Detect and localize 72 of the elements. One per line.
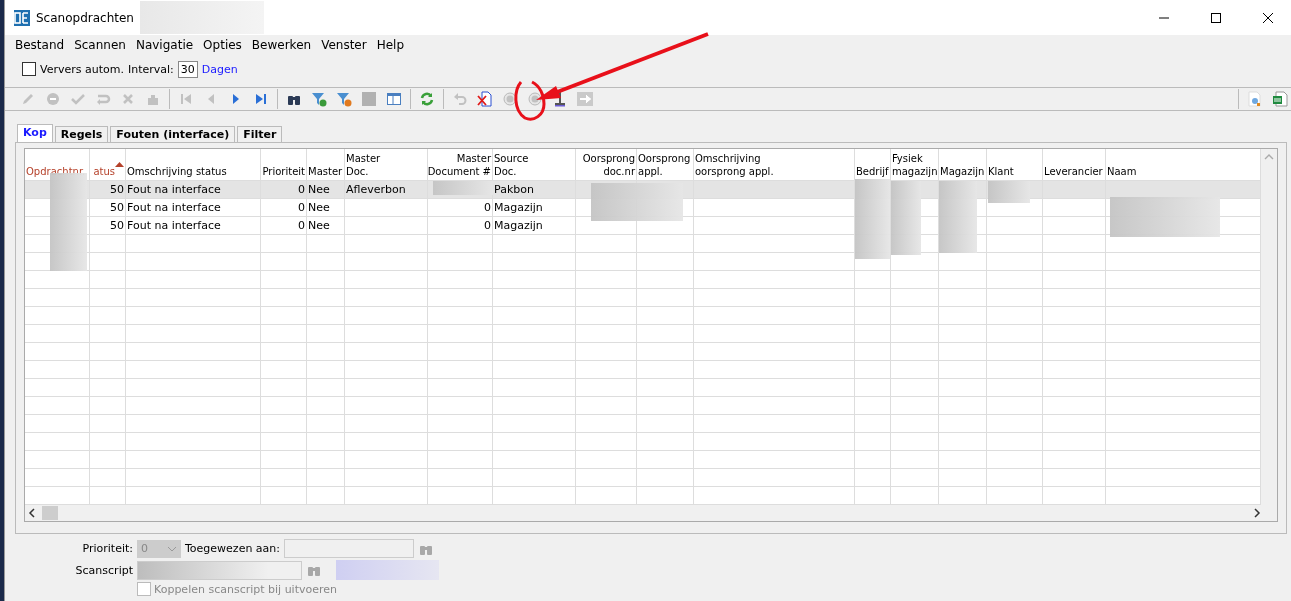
- scanscript-field[interactable]: [137, 560, 302, 580]
- table-cell: 0: [428, 199, 493, 216]
- assigned-field[interactable]: [284, 539, 415, 558]
- preview-icon[interactable]: [1247, 91, 1263, 107]
- column-header[interactable]: Fysiek magazijn: [891, 149, 939, 180]
- column-header[interactable]: Master Document #: [428, 149, 493, 180]
- table-cell: Nee: [307, 181, 345, 198]
- column-header[interactable]: Prioriteit: [261, 149, 307, 180]
- table-cell: Magazijn: [493, 217, 576, 234]
- tab[interactable]: Filter: [237, 126, 283, 142]
- menu-item[interactable]: Bestand: [10, 38, 70, 52]
- menu-item[interactable]: Navigatie: [130, 38, 199, 52]
- panel-icon[interactable]: [386, 91, 402, 107]
- table-cell: 50: [90, 199, 126, 216]
- unit-label: Dagen: [201, 62, 238, 76]
- column-header[interactable]: Oorsprong doc.nr: [576, 149, 637, 180]
- column-header[interactable]: Leverancier: [1043, 149, 1106, 180]
- tab[interactable]: Fouten (interface): [110, 126, 236, 142]
- tab[interactable]: Kop: [17, 124, 53, 142]
- table-cell: Nee: [307, 217, 345, 234]
- spreadsheet-icon[interactable]: [1272, 91, 1288, 107]
- column-header[interactable]: Master: [307, 149, 345, 180]
- last-icon[interactable]: [253, 91, 269, 107]
- column-header[interactable]: Omschrijving status: [126, 149, 261, 180]
- redacted-area: [433, 181, 493, 195]
- scroll-right-icon[interactable]: [1253, 508, 1261, 518]
- scroll-up-icon[interactable]: [1264, 153, 1274, 161]
- table-cell: 0: [261, 199, 307, 216]
- scrollbar-thumb[interactable]: [42, 506, 58, 520]
- menu-item[interactable]: Venster: [316, 38, 372, 52]
- filter-plus-icon[interactable]: [311, 91, 327, 107]
- table-cell: 0: [428, 217, 493, 234]
- pin-icon[interactable]: [552, 91, 568, 107]
- table-cell: Magazijn: [493, 199, 576, 216]
- field-label: Toegewezen aan:: [185, 542, 281, 555]
- column-header[interactable]: Magazijn: [939, 149, 987, 180]
- menu-item[interactable]: Bewerken: [246, 38, 317, 52]
- table-cell: 0: [261, 181, 307, 198]
- refresh-icon[interactable]: [419, 91, 435, 107]
- table-cell: Nee: [307, 199, 345, 216]
- menu-item[interactable]: Help: [371, 38, 410, 52]
- table-cell: 50: [90, 217, 126, 234]
- table-cell: Fout na interface: [126, 199, 261, 216]
- interval-field[interactable]: 30: [177, 60, 198, 78]
- table-cell: 0: [261, 217, 307, 234]
- checkbox-label: Koppelen scanscript bij uitvoeren: [154, 582, 338, 596]
- column-header[interactable]: Omschrijving oorsprong appl.: [694, 149, 855, 180]
- document-delete-icon[interactable]: [477, 91, 493, 107]
- table-cell: Fout na interface: [126, 181, 261, 198]
- menu-item[interactable]: Opties: [198, 38, 247, 52]
- column-header[interactable]: Master Doc.: [345, 149, 428, 180]
- filter-minus-icon[interactable]: [336, 91, 352, 107]
- window-title: Scanopdrachten: [36, 10, 134, 25]
- app-logo-icon: [14, 9, 30, 26]
- field-label: Prioriteit:: [81, 542, 133, 555]
- dropdown-caret-icon: [167, 545, 177, 552]
- column-header[interactable]: Oorsprong appl.: [637, 149, 694, 180]
- checkbox[interactable]: [22, 62, 36, 76]
- column-header[interactable]: Klant: [987, 149, 1043, 180]
- table-cell: Fout na interface: [126, 217, 261, 234]
- table-cell: Afleverbon: [345, 181, 428, 198]
- redacted-area: [988, 181, 1030, 203]
- interval-label: Interval:: [127, 62, 174, 76]
- menu-item[interactable]: Scannen: [69, 38, 131, 52]
- scroll-left-icon[interactable]: [28, 508, 36, 518]
- tab[interactable]: Regels: [54, 126, 109, 142]
- table-cell: 50: [90, 181, 126, 198]
- field-label: Scanscript: [74, 563, 133, 577]
- redacted-area: [939, 181, 977, 253]
- checkbox-label: Ververs autom.: [40, 62, 124, 76]
- column-header[interactable]: Source Doc.: [493, 149, 576, 180]
- column-header[interactable]: atus: [93, 165, 115, 178]
